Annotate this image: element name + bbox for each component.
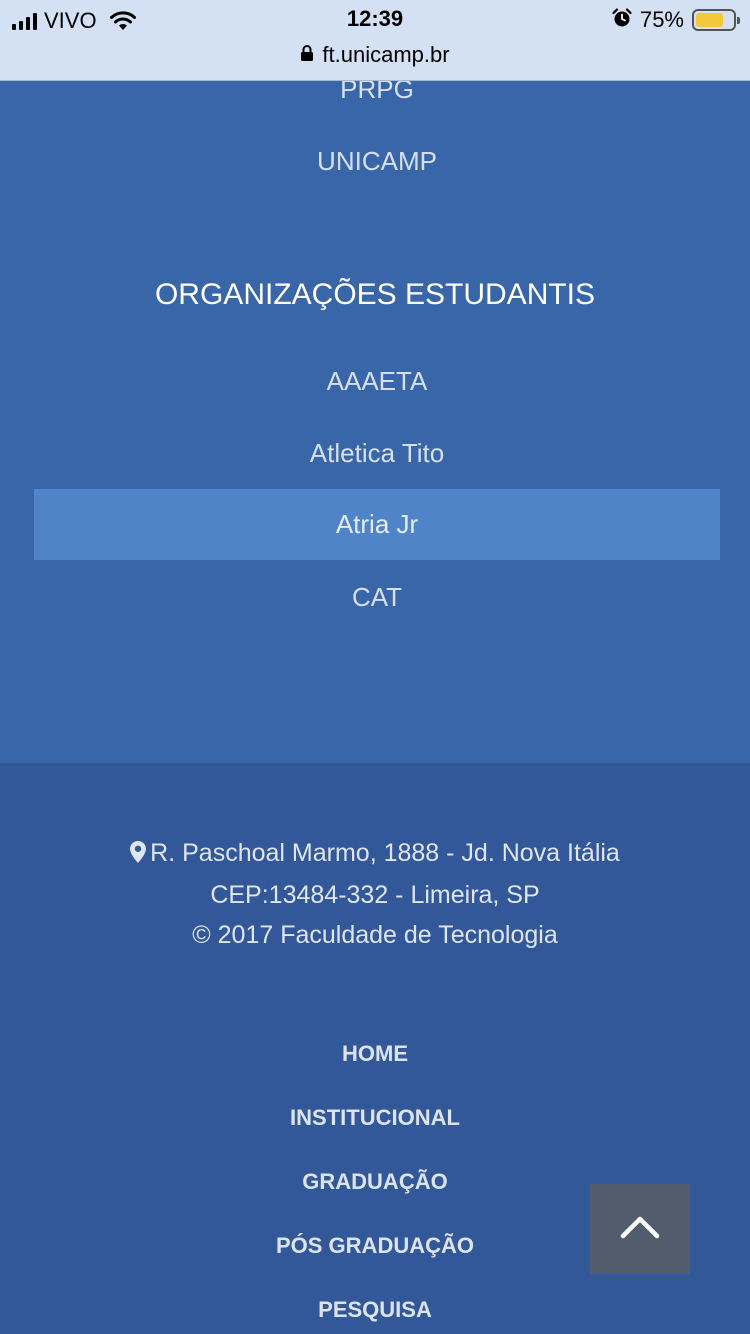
footer-link-pesquisa[interactable]: PESQUISA (0, 1297, 750, 1323)
link-unicamp[interactable]: UNICAMP (34, 126, 720, 197)
footer-link-institucional[interactable]: INSTITUCIONAL (0, 1105, 750, 1131)
battery-percent: 75% (639, 7, 684, 32)
link-atria-jr[interactable]: Atria Jr (34, 489, 720, 560)
section-heading: ORGANIZAÇÕES ESTUDANTIS (154, 278, 596, 311)
url-text: ft.unicamp.br (322, 42, 450, 67)
back-to-top-button[interactable] (590, 1184, 690, 1274)
copyright: © 2017 Faculdade de Tecnologia (192, 921, 558, 949)
lock-icon (300, 44, 314, 67)
alarm-icon (612, 7, 632, 33)
link-cat[interactable]: CAT (34, 562, 720, 633)
link-atletica-tito[interactable]: Atletica Tito (34, 418, 720, 489)
address-bar[interactable]: ft.unicamp.br (0, 40, 750, 70)
links-section: PRPG UNICAMP ORGANIZAÇÕES ESTUDANTIS AAA… (0, 0, 750, 763)
battery-icon (692, 9, 740, 31)
address-block: R. Paschoal Marmo, 1888 - Jd. Nova Itáli… (0, 833, 750, 955)
status-bar: VIVO 12:39 75% ft.unicamp.br (0, 0, 750, 81)
chevron-up-icon (620, 1215, 660, 1244)
battery-level (696, 13, 723, 27)
footer-link-home[interactable]: HOME (0, 1041, 750, 1067)
link-aaaeta[interactable]: AAAETA (34, 346, 720, 417)
address-line2: CEP:13484-332 - Limeira, SP (210, 881, 540, 909)
address-line1: R. Paschoal Marmo, 1888 - Jd. Nova Itáli… (150, 839, 620, 867)
map-pin-icon (130, 835, 147, 875)
